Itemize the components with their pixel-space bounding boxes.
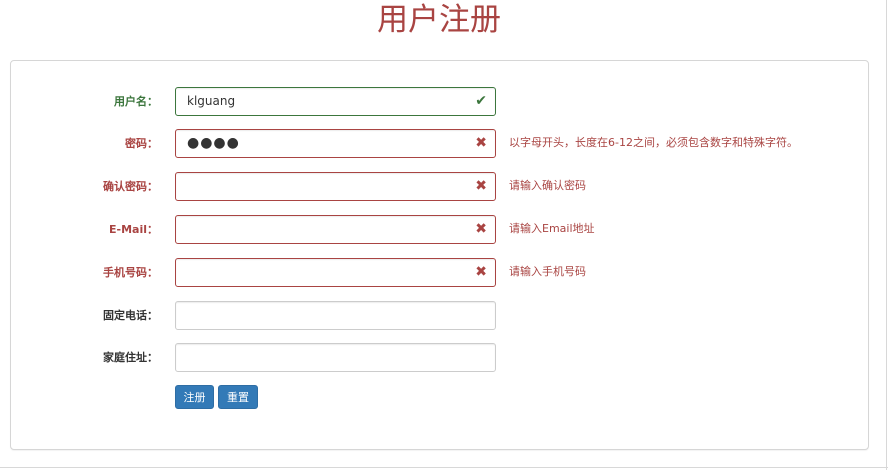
frame-border-right <box>886 0 887 470</box>
register-button[interactable]: 注册 <box>175 385 214 409</box>
form-row-address: 家庭住址： <box>11 343 868 373</box>
password-value: ●●●● <box>187 135 240 151</box>
address-label: 家庭住址： <box>103 351 158 364</box>
phone-input[interactable] <box>175 301 496 330</box>
reset-button[interactable]: 重置 <box>218 385 258 409</box>
mobile-help-text: 请输入手机号码 <box>509 265 586 278</box>
email-input[interactable]: ✖ <box>175 215 496 244</box>
form-row-confirm-password: 确认密码： ✖ 请输入确认密码 <box>11 172 868 202</box>
mobile-input[interactable]: ✖ <box>175 258 496 287</box>
confirm-password-label: 确认密码： <box>103 180 158 193</box>
close-icon: ✖ <box>475 135 487 151</box>
confirm-password-input[interactable]: ✖ <box>175 172 496 201</box>
close-icon: ✖ <box>475 221 487 237</box>
email-label: E-Mail： <box>109 223 158 236</box>
registration-form-panel: 用户名： klguang ✔ 密码： ●●●● ✖ 以字母开头，长度在6-12之… <box>10 60 869 450</box>
page-title: 用户注册 <box>377 2 501 38</box>
form-row-username: 用户名： klguang ✔ <box>11 87 868 117</box>
check-icon: ✔ <box>475 93 487 109</box>
password-label: 密码： <box>125 137 158 150</box>
username-label: 用户名： <box>114 95 158 108</box>
username-input[interactable]: klguang ✔ <box>175 87 496 116</box>
phone-label: 固定电话： <box>103 309 158 322</box>
form-row-email: E-Mail： ✖ 请输入Email地址 <box>11 215 868 245</box>
form-actions: 注册 重置 <box>11 385 868 415</box>
mobile-label: 手机号码： <box>103 266 158 279</box>
close-icon: ✖ <box>475 264 487 280</box>
password-input[interactable]: ●●●● ✖ <box>175 129 496 158</box>
frame-border-bottom <box>0 467 888 468</box>
form-row-mobile: 手机号码： ✖ 请输入手机号码 <box>11 258 868 288</box>
confirm-password-help-text: 请输入确认密码 <box>509 179 586 192</box>
form-row-phone: 固定电话： <box>11 301 868 331</box>
password-help-text: 以字母开头，长度在6-12之间，必须包含数字和特殊字符。 <box>509 136 798 149</box>
address-input[interactable] <box>175 343 496 372</box>
username-value: klguang <box>187 94 236 108</box>
form-row-password: 密码： ●●●● ✖ 以字母开头，长度在6-12之间，必须包含数字和特殊字符。 <box>11 129 868 159</box>
email-help-text: 请输入Email地址 <box>509 222 595 235</box>
close-icon: ✖ <box>475 178 487 194</box>
